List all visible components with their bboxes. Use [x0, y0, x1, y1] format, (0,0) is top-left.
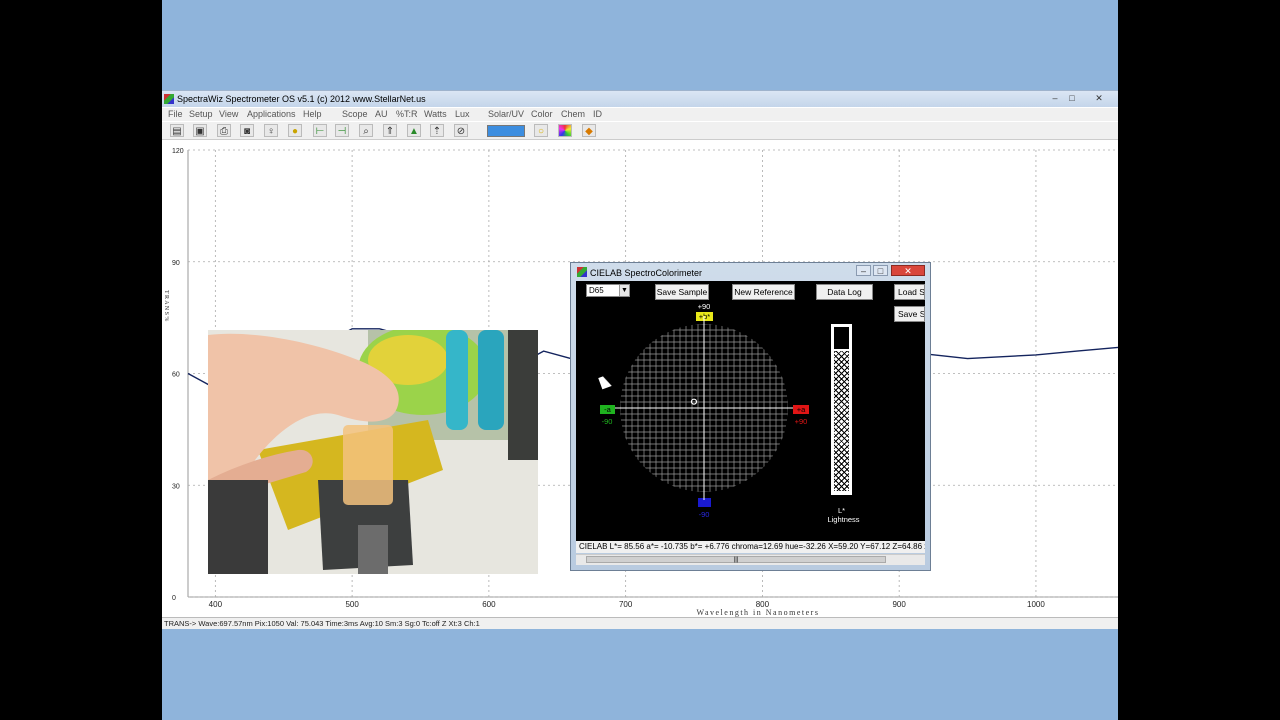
chevron-down-icon: ▼	[619, 285, 629, 296]
maximize-button[interactable]: □	[1065, 93, 1079, 104]
menu-color[interactable]: Color	[531, 109, 553, 119]
circle-icon[interactable]: ○	[534, 124, 548, 137]
bulb-icon[interactable]: ●	[288, 124, 302, 137]
status-text: TRANS-> Wave:697.57nm Pix:1050 Val: 75.0…	[164, 619, 480, 628]
save-standard-button[interactable]: Save St	[894, 306, 925, 322]
a-minus-label: -a	[600, 405, 615, 414]
menu-applications[interactable]: Applications	[247, 109, 296, 119]
lab-plot	[615, 316, 793, 500]
y-axis-label: T R A N S %	[163, 290, 169, 321]
print-preview-icon[interactable]: ▤	[170, 124, 184, 137]
clear-icon[interactable]: ⊘	[454, 124, 468, 137]
save-sample-button[interactable]: Save Sample	[655, 284, 709, 300]
sample-marker	[690, 398, 698, 405]
dialog-minimize-button[interactable]: –	[856, 265, 871, 276]
dialog-maximize-button[interactable]: □	[873, 265, 888, 276]
minimize-button[interactable]: –	[1048, 93, 1062, 104]
y-tick-label: 60	[172, 372, 180, 379]
a-plus-value: +90	[794, 417, 808, 426]
load-standard-button[interactable]: Load St	[894, 284, 925, 300]
zoom-icon[interactable]: ⌕	[359, 124, 373, 137]
left-letterbox	[0, 0, 162, 720]
y-tick-label: 120	[172, 148, 184, 155]
menu-chem[interactable]: Chem	[561, 109, 585, 119]
lightness-empty	[834, 327, 849, 349]
menu-id[interactable]: ID	[593, 109, 602, 119]
photo-image	[208, 330, 538, 574]
a-minus-value: -90	[601, 417, 613, 426]
progress-indicator	[487, 125, 525, 137]
b-plus-label: +b*	[696, 312, 713, 321]
menu-watts[interactable]: Watts	[424, 109, 447, 119]
y-tick-label: 30	[172, 483, 180, 490]
title-bar: SpectraWiz Spectrometer OS v5.1 (c) 2012…	[162, 91, 1118, 107]
peak-icon[interactable]: ▲	[407, 124, 421, 137]
menu-lux[interactable]: Lux	[455, 109, 470, 119]
x-tick-label: 900	[892, 600, 906, 609]
cielab-dialog: CIELAB SpectroColorimeter – □ ✕ D65 ▼ Sa…	[570, 262, 931, 571]
right-letterbox	[1118, 0, 1280, 720]
close-button[interactable]: ✕	[1092, 93, 1106, 104]
x-tick-label: 700	[619, 600, 633, 609]
camera-icon[interactable]: ◙	[240, 124, 254, 137]
cielab-status: CIELAB L*= 85.56 a*= -10.735 b*= +6.776 …	[576, 541, 925, 553]
dialog-close-button[interactable]: ✕	[891, 265, 925, 276]
scale-y-icon[interactable]: ⇡	[430, 124, 444, 137]
lamp-icon[interactable]: ♀	[264, 124, 278, 137]
toolbar: ▤ ▣ ⎙ ◙ ♀ ● ⊢ ⊣ ⌕ ⇑ ▲ ⇡ ⊘ ○ ◆	[162, 122, 1118, 140]
dialog-app-icon	[577, 267, 587, 277]
camera-photo	[208, 330, 538, 574]
menu-solar-uv[interactable]: Solar/UV	[488, 109, 524, 119]
menu-help[interactable]: Help	[303, 109, 322, 119]
dialog-title-bar: CIELAB SpectroColorimeter – □ ✕	[571, 263, 930, 281]
menu-view[interactable]: View	[219, 109, 238, 119]
menu-file[interactable]: File	[168, 109, 183, 119]
colorimeter-panel: D65 ▼ Save Sample New Reference Data Log…	[576, 281, 925, 541]
x-axis-label: Wavelength in Nanometers	[697, 608, 820, 617]
lightness-fill	[834, 351, 849, 491]
cursor-right-icon[interactable]: ⊣	[335, 124, 349, 137]
dialog-title: CIELAB SpectroColorimeter	[590, 268, 703, 278]
b-minus-value: -90	[698, 510, 710, 519]
y-tick-label: 90	[172, 260, 180, 267]
lab-grid	[620, 324, 788, 492]
b-plus-value: +90	[697, 302, 711, 311]
x-tick-label: 1000	[1027, 600, 1045, 609]
scale-up-icon[interactable]: ⇑	[383, 124, 397, 137]
window-title: SpectraWiz Spectrometer OS v5.1 (c) 2012…	[177, 94, 426, 104]
illuminant-select[interactable]: D65 ▼	[586, 284, 630, 297]
menu-bar: File Setup View Applications Help Scope …	[162, 108, 1118, 121]
scrollbar-thumb[interactable]: |||	[586, 556, 886, 563]
status-bar: TRANS-> Wave:697.57nm Pix:1050 Val: 75.0…	[162, 617, 1118, 629]
menu-scope[interactable]: Scope	[342, 109, 368, 119]
lightness-axis-label: L*	[837, 506, 846, 515]
b-minus-label: -b	[698, 498, 711, 507]
menu-tr[interactable]: %T:R	[396, 109, 418, 119]
print-icon[interactable]: ⎙	[217, 124, 231, 137]
app-icon	[164, 94, 174, 104]
save-icon[interactable]: ▣	[193, 124, 207, 137]
cursor-left-icon[interactable]: ⊢	[313, 124, 327, 137]
menu-au[interactable]: AU	[375, 109, 388, 119]
a-plus-label: +a	[793, 405, 809, 414]
menu-setup[interactable]: Setup	[189, 109, 213, 119]
x-tick-label: 400	[209, 600, 223, 609]
palette-icon[interactable]: ◆	[582, 124, 596, 137]
y-tick-label: 0	[172, 595, 176, 602]
x-tick-label: 500	[345, 600, 359, 609]
illuminant-value: D65	[589, 286, 604, 295]
dialog-scrollbar[interactable]: |||	[576, 554, 925, 565]
x-tick-label: 600	[482, 600, 496, 609]
lightness-title: Lightness	[827, 515, 860, 524]
new-reference-button[interactable]: New Reference	[732, 284, 795, 300]
cielab-readout: CIELAB L*= 85.56 a*= -10.735 b*= +6.776 …	[579, 542, 925, 551]
data-log-button[interactable]: Data Log	[816, 284, 873, 300]
color-wheel-icon[interactable]	[558, 124, 572, 137]
